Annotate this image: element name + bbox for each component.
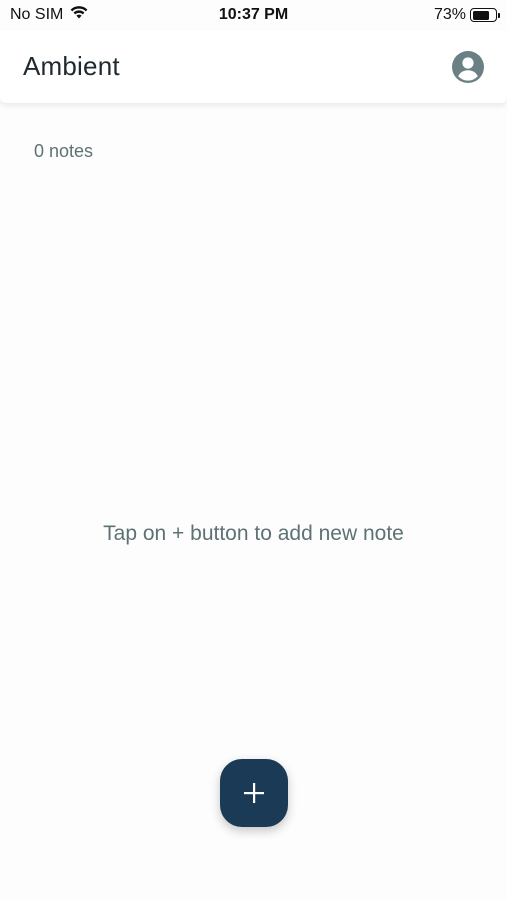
wifi-icon	[69, 5, 89, 25]
status-bar: No SIM 10:37 PM 73%	[0, 0, 507, 30]
battery-level-fill	[472, 10, 489, 20]
battery-percent: 73%	[433, 6, 466, 23]
app-screen: No SIM 10:37 PM 73% Ambient 0 notes Tap …	[0, 0, 507, 900]
plus-icon	[244, 783, 264, 803]
app-bar: Ambient	[0, 30, 507, 103]
notes-count: 0 notes	[34, 141, 94, 161]
carrier-label: No SIM	[10, 6, 64, 23]
app-title: Ambient	[23, 51, 120, 81]
status-right: 73%	[433, 6, 500, 24]
empty-state-message: Tap on + button to add new note	[103, 522, 404, 545]
status-left: No SIM	[10, 5, 89, 25]
profile-button[interactable]	[451, 50, 485, 84]
battery-icon	[470, 8, 500, 22]
add-note-button[interactable]	[220, 759, 288, 827]
account-circle-icon	[452, 50, 484, 83]
